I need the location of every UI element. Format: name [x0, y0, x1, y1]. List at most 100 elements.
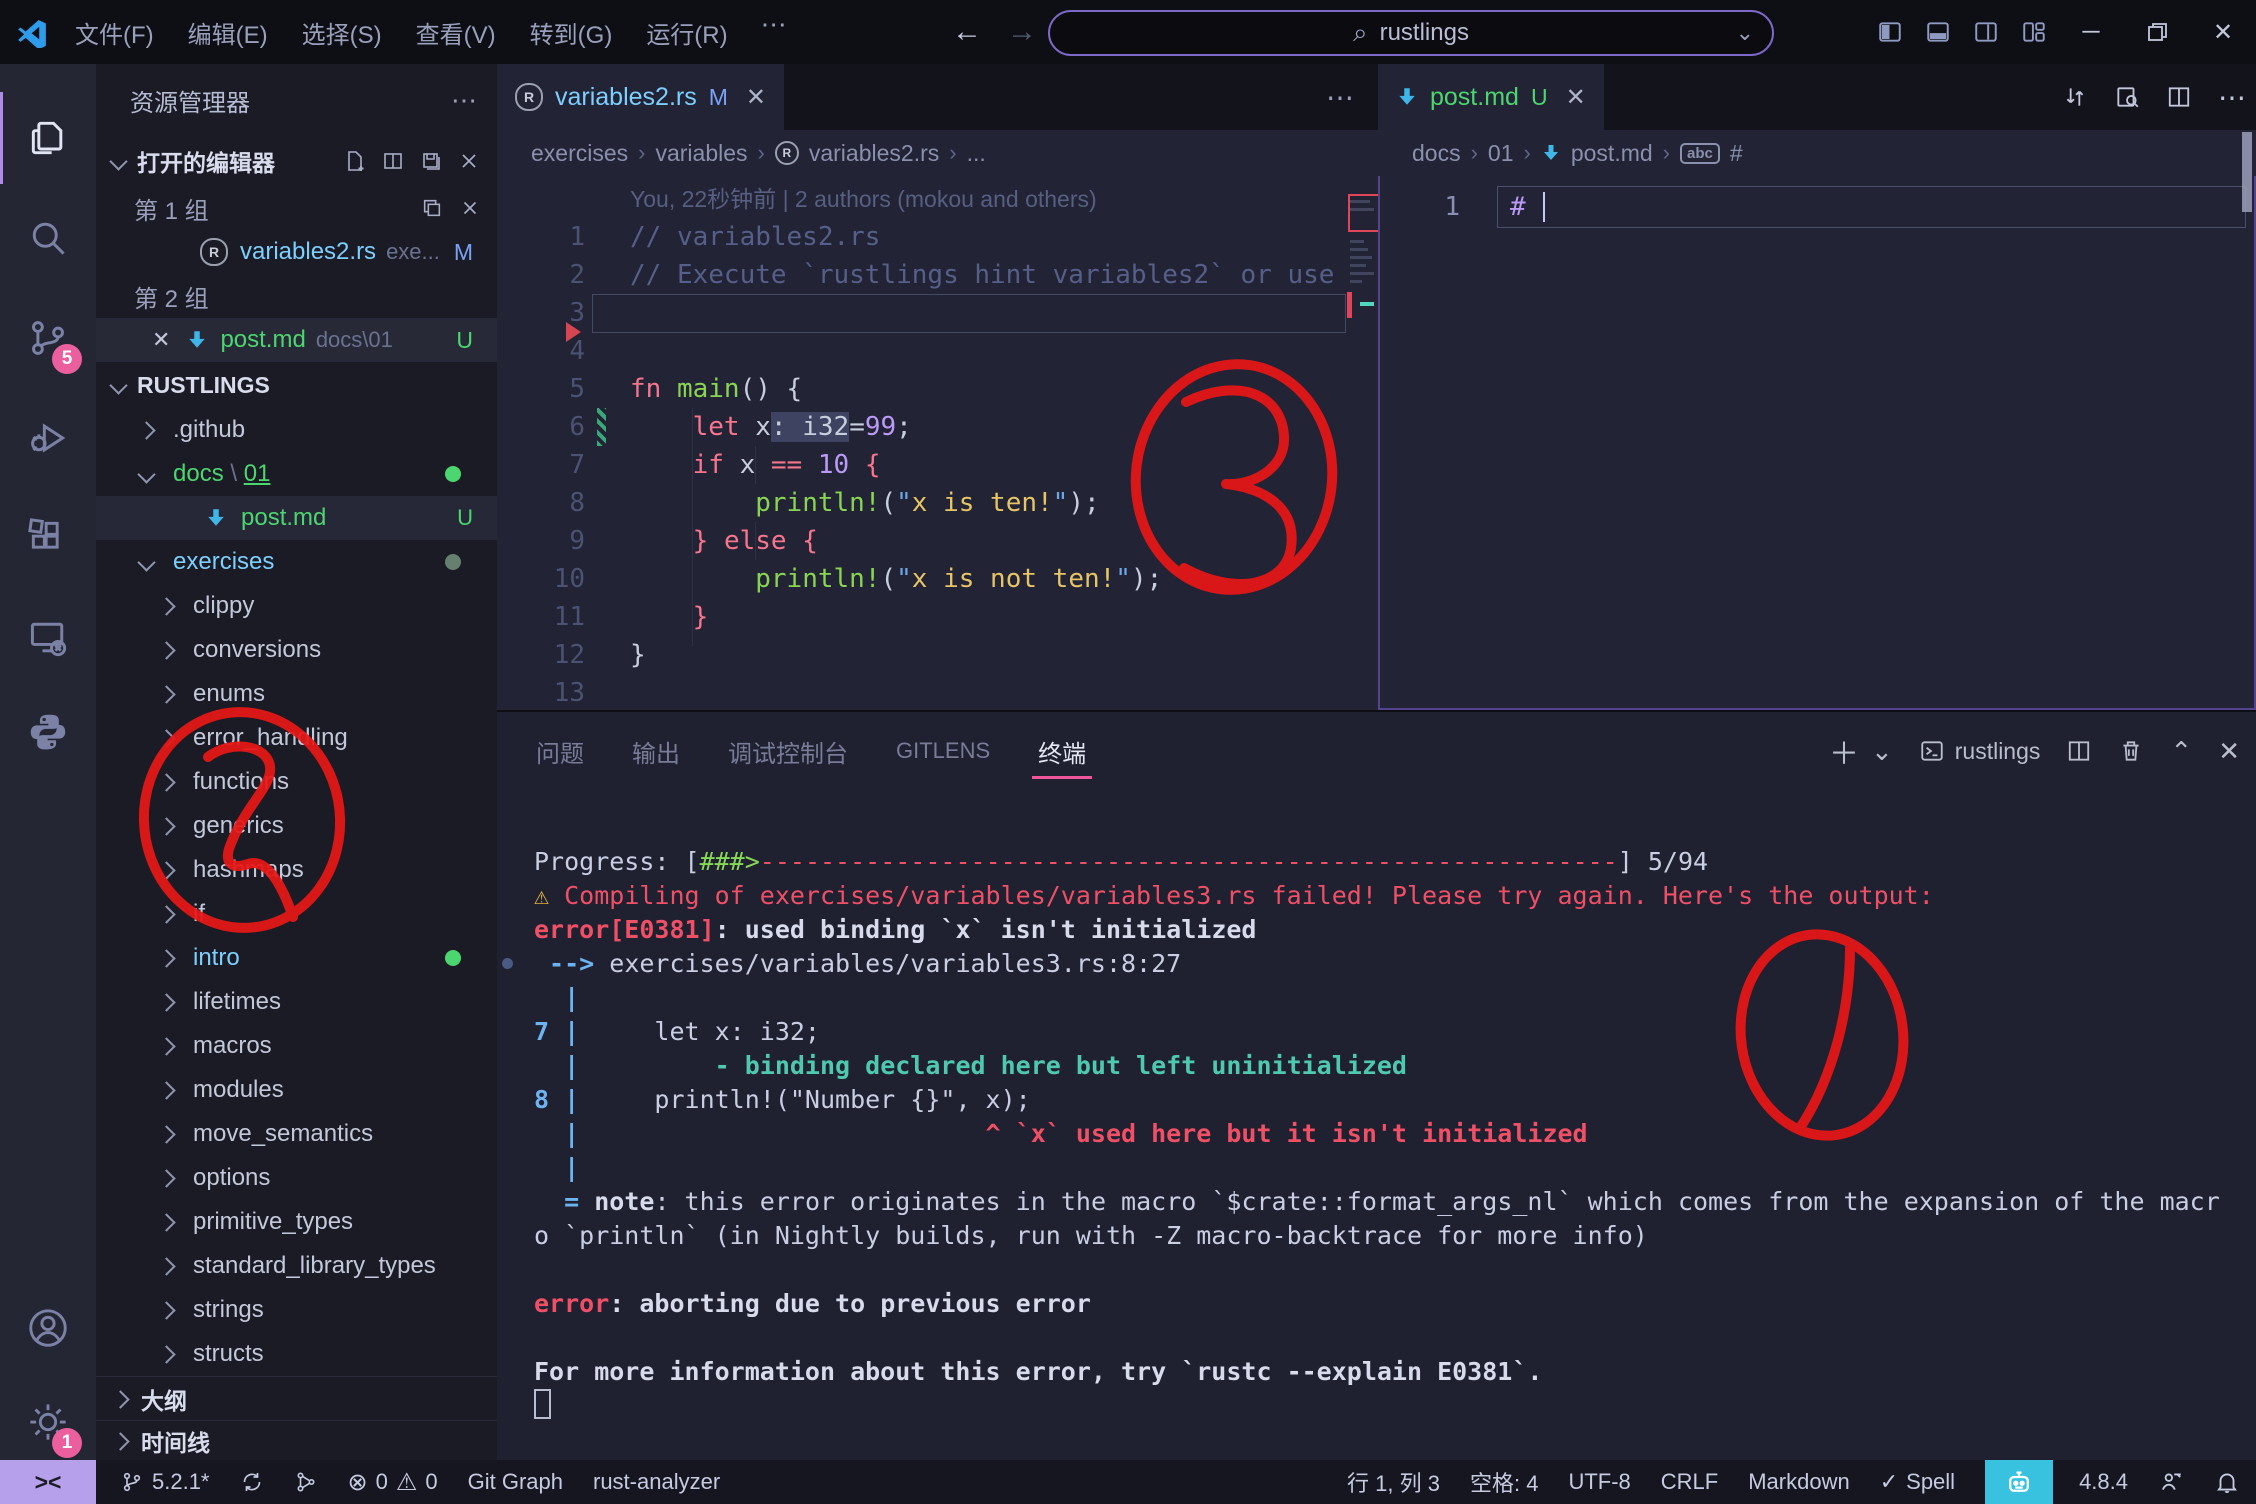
toggle-secondary-sidebar-icon[interactable] [1962, 0, 2010, 64]
feedback-person-icon[interactable] [2158, 1469, 2184, 1495]
terminal-dropdown-icon[interactable]: ⌄ [1871, 736, 1893, 767]
markdown-line-1[interactable]: # [1510, 186, 1526, 228]
ai-assistant-robot-icon[interactable] [1985, 1460, 2054, 1504]
close-panel-icon[interactable]: ✕ [2218, 736, 2240, 767]
tab-variables2[interactable]: R variables2.rs M ✕ [497, 64, 785, 130]
run-debug-icon[interactable] [0, 392, 96, 484]
tree-item-clippy[interactable]: clippy [96, 584, 497, 628]
split-editor-icon[interactable] [2166, 84, 2192, 110]
notifications-bell-icon[interactable] [2214, 1469, 2240, 1495]
extensions-icon[interactable] [0, 492, 96, 584]
editor-group-2-label[interactable]: 第 2 组 [96, 274, 497, 318]
settings-gear-icon[interactable]: 1 [0, 1376, 96, 1468]
tree-item-primitive_types[interactable]: primitive_types [96, 1200, 497, 1244]
minimize-icon[interactable]: ─ [2058, 0, 2124, 64]
toggle-sidebar-icon[interactable] [1866, 0, 1914, 64]
open-editor-variables2[interactable]: R variables2.rs exe... M [96, 230, 497, 274]
group-copy-icon[interactable] [421, 197, 443, 219]
tree-item-structs[interactable]: structs [96, 1332, 497, 1376]
tree-item-options[interactable]: options [96, 1156, 497, 1200]
tree-item-hashmaps[interactable]: hashmaps [96, 848, 497, 892]
gitlens-compare-icon[interactable] [294, 1470, 318, 1494]
remote-explorer-icon[interactable] [0, 592, 96, 684]
python-icon[interactable] [0, 686, 96, 778]
terminal-output[interactable]: Progress: [###>-------------------------… [534, 845, 2220, 1424]
tree-item-strings[interactable]: strings [96, 1288, 497, 1332]
tree-item-error_handling[interactable]: error_handling [96, 716, 497, 760]
tab-close-icon[interactable]: ✕ [1566, 83, 1586, 112]
timeline-section[interactable]: 时间线 [96, 1420, 497, 1460]
sidebar-more-icon[interactable]: ⋯ [451, 85, 477, 116]
language-mode-status[interactable]: Markdown [1748, 1469, 1849, 1495]
tree-item-docs-01[interactable]: docs \ 01 [96, 452, 497, 496]
group-close-icon[interactable] [459, 197, 481, 219]
tab-postmd[interactable]: post.md U ✕ [1378, 64, 1604, 130]
tree-item-.github[interactable]: .github [96, 408, 497, 452]
swap-editors-icon[interactable] [2062, 84, 2088, 110]
tree-item-macros[interactable]: macros [96, 1024, 497, 1068]
breadcrumb-right[interactable]: docs › 01 › post.md › abc # [1378, 130, 2256, 176]
editor-more-actions-icon[interactable]: ⋯ [2218, 81, 2246, 114]
minimap[interactable] [1346, 130, 1378, 710]
editor-group-1-label[interactable]: 第 1 组 [96, 186, 497, 230]
git-graph-button[interactable]: Git Graph [468, 1469, 563, 1495]
editor-more-actions-icon[interactable]: ⋯ [1326, 81, 1378, 114]
remote-indicator[interactable]: >< [0, 1460, 96, 1504]
panel-tab-1[interactable]: 输出 [630, 716, 682, 787]
spell-checker-status[interactable]: ✓ Spell [1880, 1469, 1955, 1495]
command-center-search[interactable]: ⌕ rustlings ⌄ [1048, 10, 1774, 56]
tree-item-exercises[interactable]: exercises [96, 540, 497, 584]
markdown-preview-icon[interactable] [2114, 84, 2140, 110]
restore-icon[interactable] [2124, 0, 2190, 64]
close-window-icon[interactable]: ✕ [2190, 0, 2256, 64]
command-decoration-dot[interactable] [502, 958, 513, 969]
scrollbar-thumb[interactable] [2242, 132, 2252, 212]
save-all-icon[interactable] [419, 149, 443, 173]
open-editors-header[interactable]: 打开的编辑器 [96, 136, 497, 186]
menu-edit[interactable]: 编辑(E) [171, 9, 285, 56]
split-editors-icon[interactable] [381, 149, 405, 173]
sync-icon[interactable] [240, 1470, 264, 1494]
new-file-icon[interactable] [343, 149, 367, 173]
close-all-editors-icon[interactable] [457, 149, 481, 173]
tree-item-standard_library_types[interactable]: standard_library_types [96, 1244, 497, 1288]
rust-analyzer-status[interactable]: rust-analyzer [593, 1469, 720, 1495]
menu-view[interactable]: 查看(V) [399, 9, 513, 56]
source-control-icon[interactable]: 5 [0, 292, 96, 384]
cursor-position-status[interactable]: 行 1, 列 3 [1347, 1466, 1440, 1498]
outline-section[interactable]: 大纲 [96, 1376, 497, 1421]
tree-item-functions[interactable]: functions [96, 760, 497, 804]
tree-item-enums[interactable]: enums [96, 672, 497, 716]
tree-item-post.md[interactable]: post.md U [96, 496, 497, 540]
customize-layout-icon[interactable] [2010, 0, 2058, 64]
back-icon[interactable]: ← [940, 15, 994, 49]
panel-tab-0[interactable]: 问题 [534, 716, 586, 787]
encoding-status[interactable]: UTF-8 [1568, 1469, 1630, 1495]
toggle-panel-icon[interactable] [1914, 0, 1962, 64]
menu-run[interactable]: 运行(R) [629, 9, 744, 56]
search-view-icon[interactable] [0, 192, 96, 284]
forward-icon[interactable]: → [995, 15, 1049, 49]
open-editor-postmd[interactable]: ✕ post.md docs\01 U [96, 318, 497, 362]
close-editor-icon[interactable]: ✕ [152, 327, 170, 353]
maximize-panel-icon[interactable]: ⌃ [2170, 736, 2192, 767]
eol-status[interactable]: CRLF [1661, 1469, 1718, 1495]
search-chevron-down-icon[interactable]: ⌄ [1736, 20, 1754, 46]
panel-tab-2[interactable]: 调试控制台 [726, 716, 850, 787]
breadcrumb-left[interactable]: exercises › variables › R variables2.rs › .… [497, 130, 1378, 176]
kill-terminal-trash-icon[interactable] [2118, 738, 2144, 764]
terminal-list-item[interactable]: rustlings [1919, 738, 2040, 765]
menu-file[interactable]: 文件(F) [58, 9, 171, 56]
tab-close-icon[interactable]: ✕ [746, 83, 766, 112]
tree-item-lifetimes[interactable]: lifetimes [96, 980, 497, 1024]
accounts-icon[interactable] [0, 1282, 96, 1374]
panel-tab-4[interactable]: 终端 [1032, 716, 1093, 787]
tree-item-if[interactable]: if [96, 892, 497, 936]
menu-more-icon[interactable]: ⋯ [745, 9, 803, 56]
menu-selection[interactable]: 选择(S) [285, 9, 399, 56]
tree-item-move_semantics[interactable]: move_semantics [96, 1112, 497, 1156]
extension-version-status[interactable]: 4.8.4 [2079, 1469, 2128, 1495]
tree-item-modules[interactable]: modules [96, 1068, 497, 1112]
menu-goto[interactable]: 转到(G) [513, 9, 630, 56]
problems-status[interactable]: ⊗ 0 ⚠ 0 [348, 1468, 438, 1497]
